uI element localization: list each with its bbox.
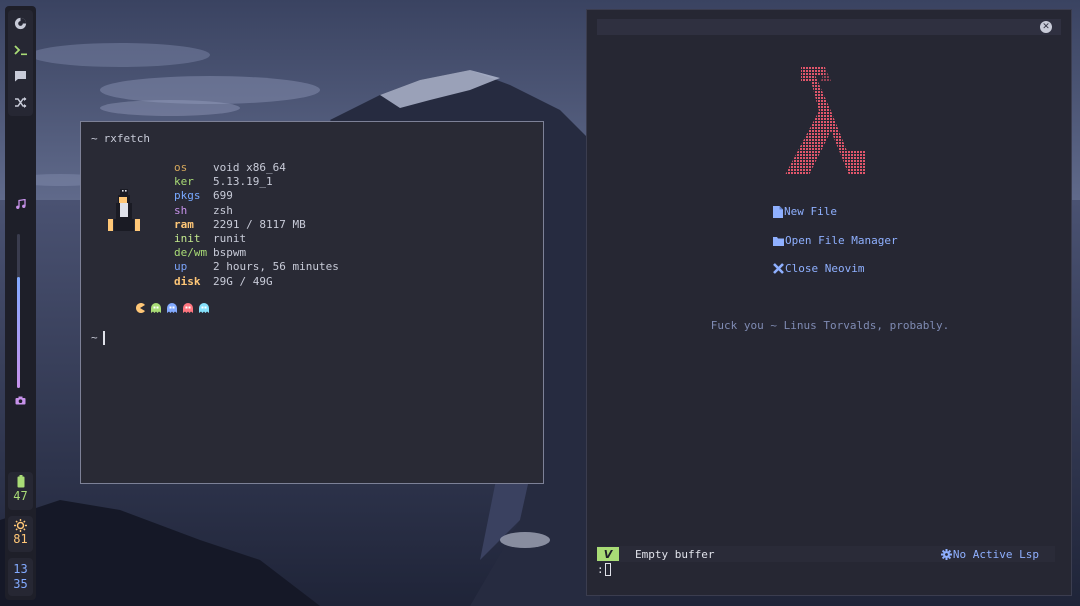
prompt-symbol: ~ <box>91 132 98 145</box>
command-line: ~ rxfetch <box>91 132 150 146</box>
terminal-cursor <box>103 331 105 345</box>
system-info: os void x86_64 ker 5.13.19_1 pkgs 699 sh zsh… <box>174 161 339 289</box>
nvim-cmdline[interactable]: : <box>597 563 611 576</box>
battery-widget[interactable]: 47 <box>8 472 33 510</box>
brightness-value: 81 <box>13 532 28 546</box>
battery-value: 47 <box>13 489 28 503</box>
info-key: os <box>174 161 188 174</box>
camera-icon[interactable] <box>8 390 33 410</box>
info-row-ker: ker 5.13.19_1 <box>174 175 339 189</box>
close-icon[interactable]: ✕ <box>1040 21 1052 33</box>
close-neovim-label: Close Neovim <box>785 262 865 275</box>
info-value: 2 hours, 56 minutes <box>213 260 339 274</box>
nvim-statusline: V Empty buffer No Active Lsp <box>597 546 1055 562</box>
clock-minute: 35 <box>13 577 28 591</box>
info-value: 2291 / 8117 MB <box>213 217 306 231</box>
info-row-up: up 2 hours, 56 minutes <box>174 260 339 274</box>
dashboard-quote: Fuck you ~ Linus Torvalds, probably. <box>710 319 950 332</box>
info-row-ram: ram 2291 / 8117 MB <box>174 218 339 232</box>
volume-slider-fill <box>17 277 20 388</box>
music-note-icon[interactable] <box>8 194 33 214</box>
info-value: 5.13.19_1 <box>213 175 273 189</box>
clock-hour: 13 <box>13 562 28 576</box>
lsp-label: No Active Lsp <box>952 547 1039 561</box>
info-row-dewm: de/wm bspwm <box>174 246 339 260</box>
open-file-manager-button[interactable]: Open File Manager <box>773 234 898 247</box>
pacman-row <box>135 303 209 313</box>
prompt-symbol: ~ <box>91 331 98 344</box>
new-file-button[interactable]: New File <box>773 205 837 218</box>
info-key: pkgs <box>174 189 201 203</box>
info-row-pkgs: pkgs 699 <box>174 189 339 203</box>
ghost-green-icon <box>151 303 161 313</box>
shuffle-icon[interactable] <box>8 92 33 112</box>
info-value: 29G / 49G <box>213 274 273 288</box>
sun-icon <box>8 519 33 532</box>
brightness-widget[interactable]: 81 <box>8 516 33 552</box>
info-row-sh: sh zsh <box>174 204 339 218</box>
penguin-icon <box>108 189 140 231</box>
ghost-blue-icon <box>167 303 177 313</box>
new-file-label: New File <box>784 205 837 218</box>
left-status-bar: 47 81 13 35 <box>5 6 36 600</box>
neovim-window[interactable]: ✕ New File Open File Manager Close Neovi… <box>586 9 1072 596</box>
info-key: ker <box>174 175 194 189</box>
firefox-icon[interactable] <box>8 13 33 33</box>
info-value: bspwm <box>213 246 247 260</box>
volume-slider[interactable] <box>17 234 20 388</box>
lsp-status: No Active Lsp <box>940 547 1039 561</box>
close-neovim-button[interactable]: Close Neovim <box>773 262 864 275</box>
info-key: init <box>174 231 201 245</box>
info-row-os: os void x86_64 <box>174 161 339 175</box>
second-prompt: ~ <box>91 331 98 345</box>
info-row-disk: disk 29G / 49G <box>174 275 339 289</box>
lambda-logo <box>785 67 865 175</box>
ghost-red-icon <box>183 303 193 313</box>
nvim-tabline: ✕ <box>597 19 1061 35</box>
info-key: ram <box>174 217 194 231</box>
gear-icon <box>940 548 952 560</box>
clock-widget: 13 35 <box>8 558 33 596</box>
vim-logo-icon: V <box>597 547 619 561</box>
battery-icon <box>8 475 33 488</box>
close-x-icon <box>773 263 784 274</box>
info-key: disk <box>174 274 201 288</box>
pacman-icon <box>136 303 145 313</box>
info-key: sh <box>174 203 188 217</box>
info-key: up <box>174 260 188 274</box>
folder-icon <box>773 236 784 246</box>
cmdline-cursor <box>604 563 611 576</box>
info-value: void x86_64 <box>213 161 286 174</box>
info-value: runit <box>213 231 247 245</box>
cmdline-prefix: : <box>597 563 604 576</box>
terminal-icon[interactable] <box>8 40 33 60</box>
chat-icon[interactable] <box>8 66 33 86</box>
info-key: de/wm <box>174 246 208 260</box>
info-row-init: init runit <box>174 232 339 246</box>
info-value: zsh <box>213 203 233 217</box>
open-file-manager-label: Open File Manager <box>785 234 898 247</box>
command-text: rxfetch <box>103 132 150 145</box>
ghost-cyan-icon <box>199 303 209 313</box>
buffer-name: Empty buffer <box>635 547 715 561</box>
info-value: 699 <box>213 189 233 203</box>
terminal-window[interactable]: ~ rxfetch os void x86_64 ker 5.13.19_1 pkgs… <box>80 121 544 484</box>
launcher-group <box>8 10 33 116</box>
file-icon <box>773 205 783 218</box>
